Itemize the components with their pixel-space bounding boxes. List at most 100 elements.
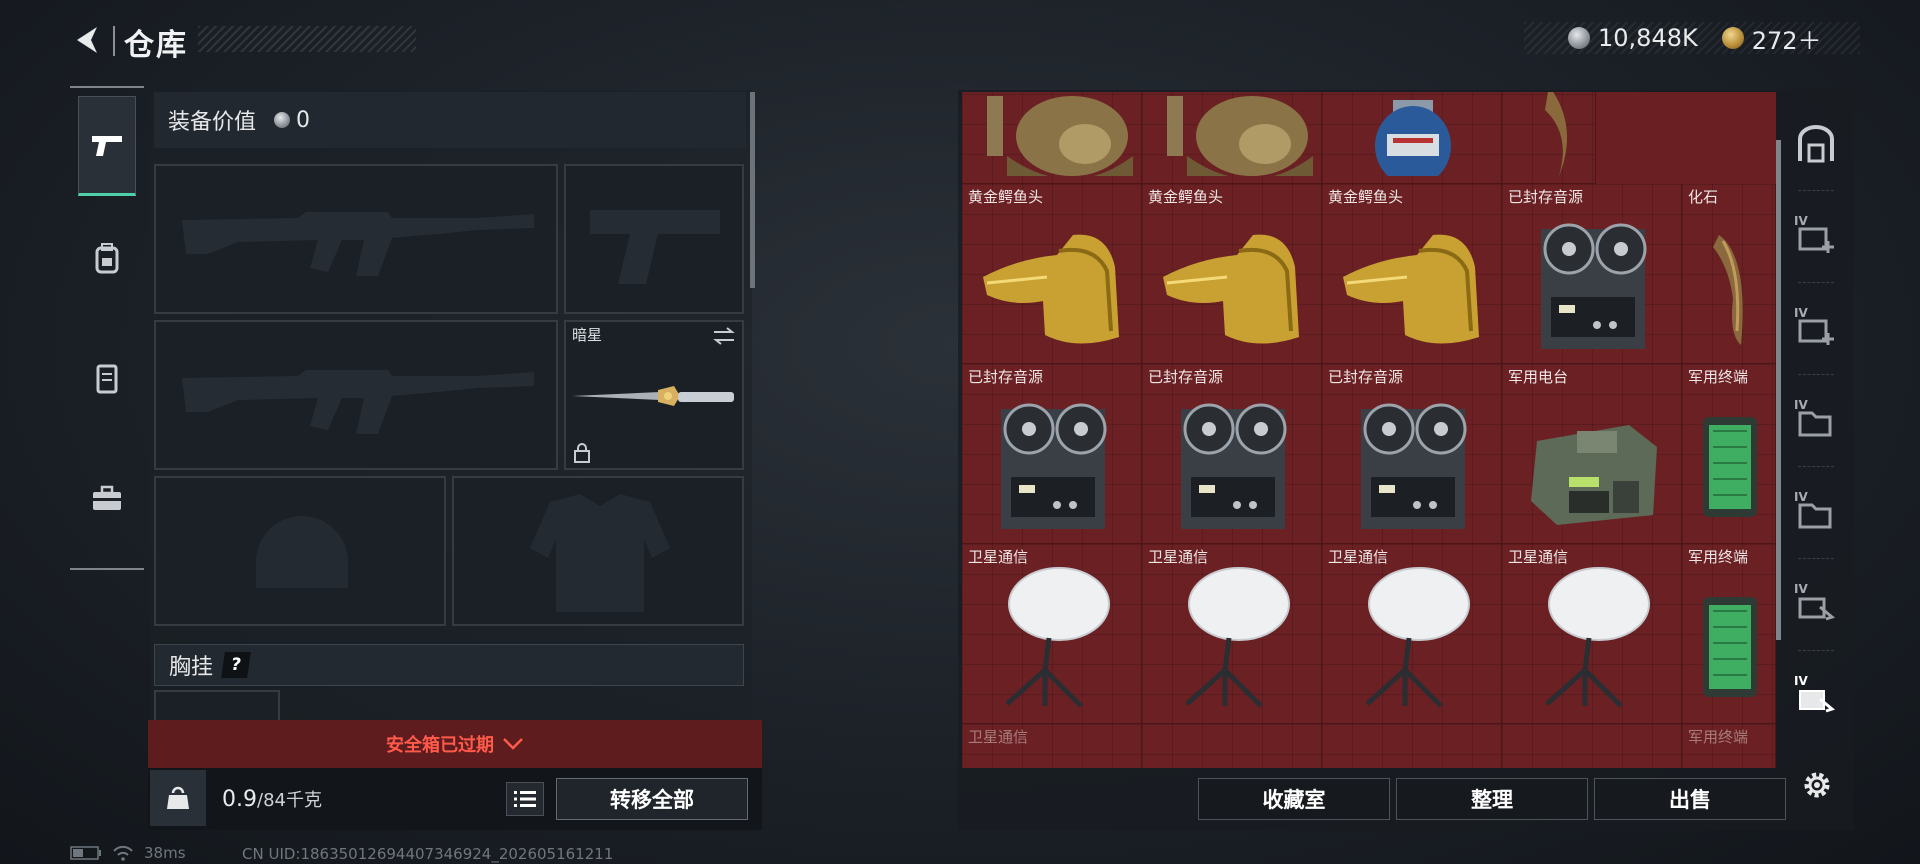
armor-slot[interactable]: [452, 476, 744, 626]
gold-token-icon: [1721, 27, 1744, 49]
organize-button[interactable]: 整理: [1396, 778, 1588, 820]
stash-item[interactable]: [1502, 724, 1682, 768]
transfer-all-button[interactable]: 转移全部: [556, 778, 748, 820]
list-view-button[interactable]: [506, 782, 544, 816]
military-radio-icon: [1530, 425, 1657, 525]
silver-coin-icon: [1568, 27, 1590, 49]
pistol-slot[interactable]: [564, 164, 744, 314]
rifle-silhouette-icon: [182, 212, 534, 276]
vest-icon: [96, 364, 118, 394]
melee-slot[interactable]: 暗星: [564, 320, 744, 470]
tab-weapons[interactable]: [78, 96, 136, 196]
stash-item[interactable]: 卫星通信: [1502, 544, 1682, 724]
collection-room-button[interactable]: 收藏室: [1198, 778, 1390, 820]
tab-backpack[interactable]: [78, 208, 136, 308]
gold-balance[interactable]: 272＋: [1752, 21, 1822, 56]
tier-badge: IV: [1794, 398, 1808, 412]
knife-icon: [572, 386, 734, 406]
primary-weapon-slot-2[interactable]: [154, 320, 558, 470]
stash-item[interactable]: 卫星通信: [962, 724, 1142, 768]
golden-bust-icon: [986, 96, 1133, 176]
tab-vest[interactable]: [78, 328, 136, 428]
tier-badge: IV: [1794, 306, 1808, 320]
tier-badge: IV: [1794, 582, 1808, 596]
armor-silhouette-icon: [530, 494, 670, 612]
stash-item[interactable]: 化石: [1682, 184, 1776, 364]
tab-storage-5[interactable]: IV: [1786, 472, 1846, 556]
sell-button[interactable]: 出售: [1594, 778, 1786, 820]
stash-item[interactable]: 已封存音源: [1502, 184, 1682, 364]
safe-box-status: 安全箱已过期: [386, 735, 494, 756]
pistol-silhouette-icon: [590, 210, 720, 284]
stash-item[interactable]: [1322, 92, 1502, 184]
stash-item[interactable]: 卫星通信: [1322, 544, 1502, 724]
tab-toolbox[interactable]: [78, 448, 136, 548]
stash-item[interactable]: 军用电台: [1502, 364, 1682, 544]
stash-item[interactable]: 已封存音源: [1142, 364, 1322, 544]
lock-icon: [574, 443, 590, 463]
melee-item-name: 暗星: [572, 326, 603, 344]
tab-storage-3[interactable]: IV: [1786, 288, 1846, 372]
toolbox-icon: [93, 485, 121, 510]
stash-item[interactable]: 军用终端: [1682, 364, 1776, 544]
tier-badge: IV: [1794, 674, 1808, 688]
gear-icon: [1804, 772, 1830, 798]
stash-item[interactable]: 已封存音源: [1322, 364, 1502, 544]
crocodile-head-icon: [1162, 234, 1299, 344]
weight-icon: [150, 770, 206, 826]
equipment-scrollbar[interactable]: [750, 92, 755, 288]
stash-item[interactable]: [962, 92, 1142, 184]
user-id: CN UID:186350126944073469​24_20260516121…: [242, 845, 614, 863]
rifle-silhouette-icon: [182, 370, 534, 434]
tab-storage-2[interactable]: IV: [1786, 196, 1846, 280]
satellite-dish-icon: [1544, 567, 1650, 708]
stash-item[interactable]: 黄金鳄鱼头: [1322, 184, 1502, 364]
tab-storage-6[interactable]: IV: [1786, 564, 1846, 648]
title-decoration: [198, 26, 416, 52]
chevron-down-icon: [503, 738, 523, 750]
swap-icon[interactable]: [712, 326, 736, 346]
stash-item-name: 军用终端: [1688, 728, 1749, 746]
page-title: 仓库: [124, 28, 188, 63]
stash-item[interactable]: 军用终端: [1682, 544, 1776, 724]
tab-storage-4[interactable]: IV: [1786, 380, 1846, 464]
tab-stash-overview[interactable]: [1786, 102, 1846, 186]
military-terminal-icon: [1702, 417, 1757, 517]
stash-item[interactable]: 已封存音源: [962, 364, 1142, 544]
silver-balance: 10,848K: [1598, 24, 1698, 52]
safe-box-banner[interactable]: 安全箱已过期: [148, 720, 762, 768]
tier-badge: IV: [1794, 490, 1808, 504]
tab-storage-7[interactable]: IV: [1786, 656, 1846, 740]
helmet-silhouette-icon: [256, 516, 348, 588]
equipment-value: 装备价值 0: [154, 92, 746, 148]
stash-grid: 黄金鳄鱼头 黄金鳄鱼头 黄金鳄鱼头 已封存音源 化石 已封存音源 已封存音源 已…: [962, 92, 1776, 768]
satellite-dish-icon: [1364, 567, 1470, 708]
primary-weapon-slot-1[interactable]: [154, 164, 558, 314]
status-bar: 38ms: [70, 844, 186, 862]
reel-recorder-icon: [1180, 403, 1286, 529]
helmet-slot[interactable]: [154, 476, 446, 626]
back-arrow-icon: [77, 27, 97, 53]
stash-item[interactable]: 黄金鳄鱼头: [1142, 184, 1322, 364]
stash-item[interactable]: [1142, 724, 1322, 768]
stash-scrollbar[interactable]: [1776, 140, 1781, 640]
reel-recorder-icon: [1360, 403, 1466, 529]
battery-icon: [70, 846, 101, 860]
stash-item[interactable]: [1142, 92, 1322, 184]
stash-item[interactable]: 卫星通信: [1142, 544, 1322, 724]
currency-bar: 10,848K 272＋: [1524, 21, 1860, 56]
stash-overview-icon: [1798, 125, 1834, 163]
stash-item[interactable]: 军用终端: [1682, 724, 1776, 768]
stash-item[interactable]: [1322, 724, 1502, 768]
stash-item[interactable]: 卫星通信: [962, 544, 1142, 724]
ping-value: 38ms: [144, 844, 186, 862]
title-separator: [113, 26, 115, 56]
settings-button[interactable]: [1792, 760, 1842, 810]
back-button[interactable]: [68, 18, 108, 62]
stash-item[interactable]: [1502, 92, 1596, 184]
equipment-tabs: [70, 86, 144, 570]
reel-recorder-icon: [1540, 223, 1646, 349]
chest-rig-slot[interactable]: [154, 690, 280, 720]
help-button[interactable]: ?: [221, 652, 251, 678]
stash-item[interactable]: 黄金鳄鱼头: [962, 184, 1142, 364]
